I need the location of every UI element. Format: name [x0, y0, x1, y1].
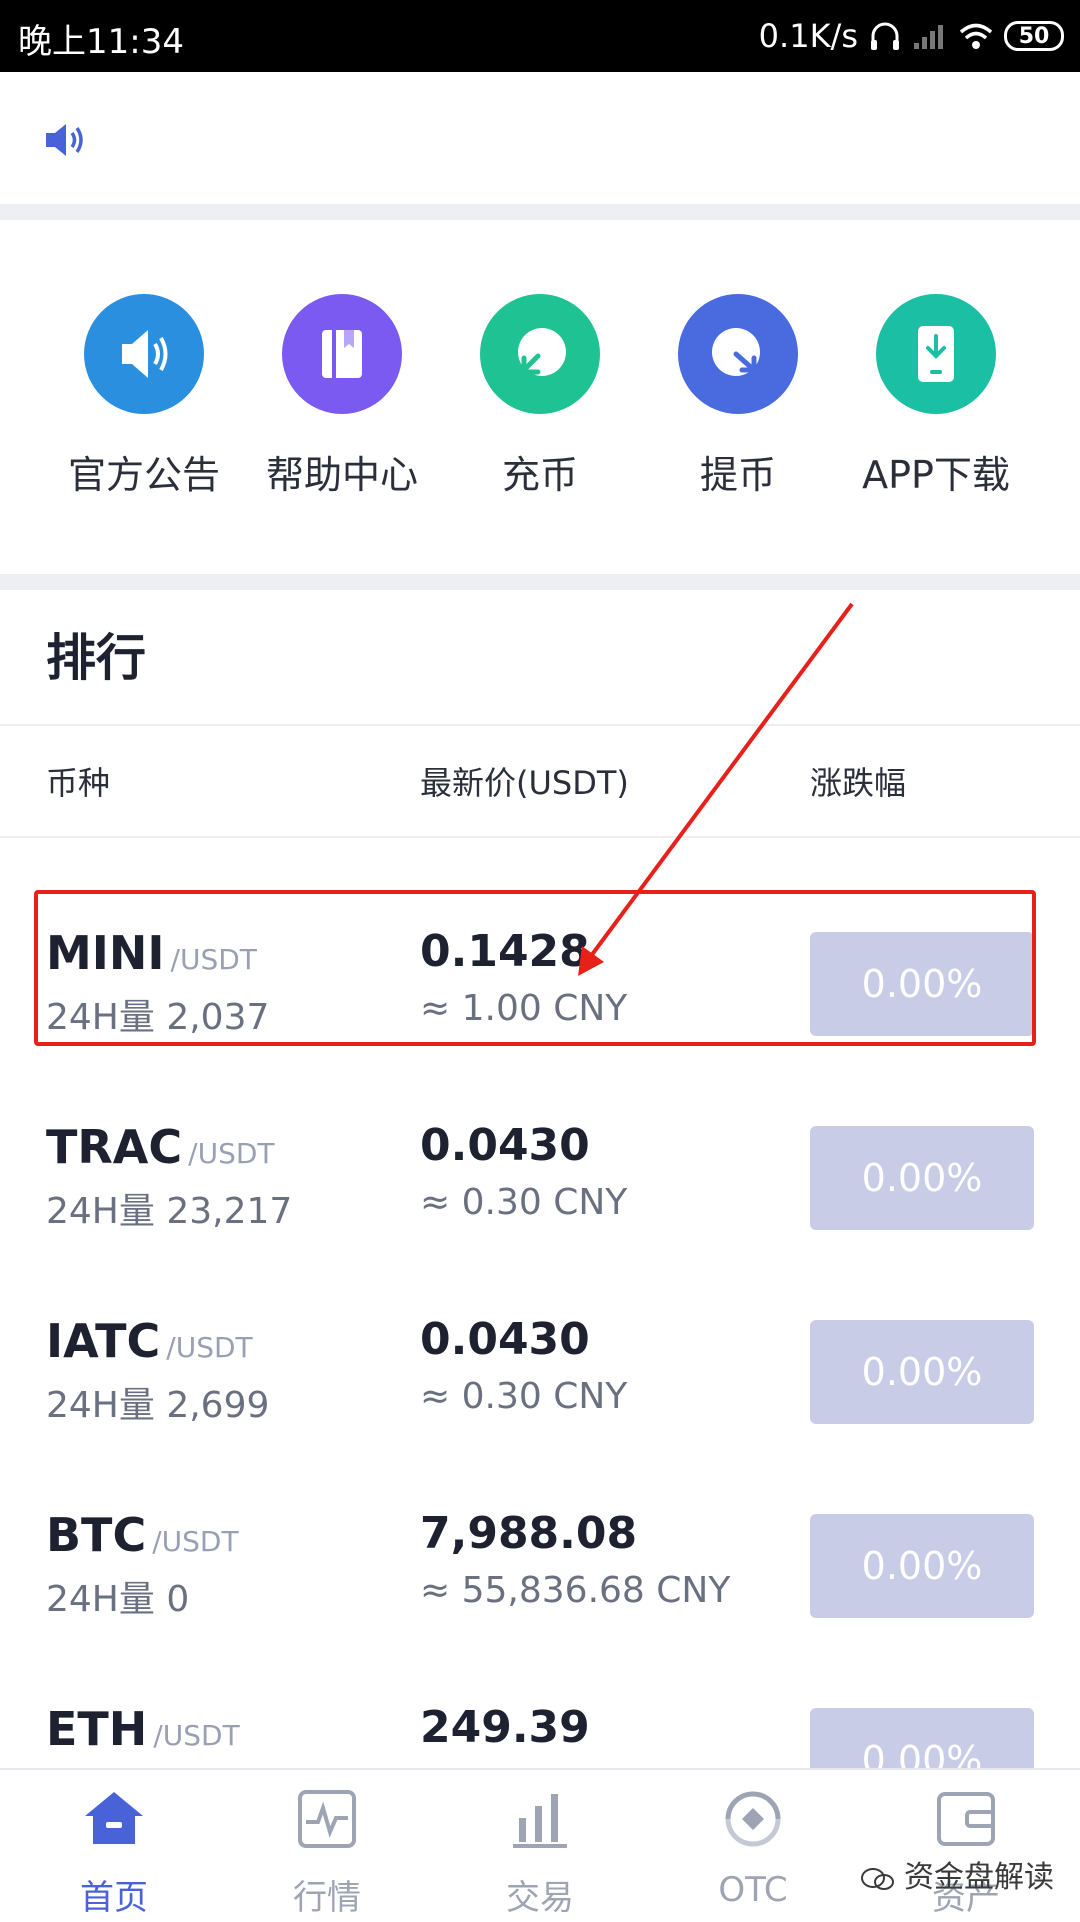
change-badge: 0.00%: [810, 1126, 1034, 1230]
status-time: 晚上11:34: [18, 22, 184, 62]
quick-label: 提币: [699, 453, 776, 497]
signal-icon: [914, 25, 943, 49]
quick-deposit[interactable]: 充币: [440, 294, 640, 534]
latest-price: 7,988.08: [420, 1508, 638, 1559]
symbol-text: TRAC: [46, 1120, 183, 1174]
change-badge: 0.00%: [810, 1320, 1034, 1424]
tab-label: OTC: [718, 1870, 788, 1910]
tab-market[interactable]: 行情: [247, 1784, 407, 1919]
announcement-bar[interactable]: [0, 72, 1080, 204]
battery-icon: 50: [1004, 21, 1064, 51]
pair-text: /USDT: [152, 1525, 239, 1558]
latest-price: 0.0430: [420, 1314, 590, 1365]
wechat-icon: [861, 1867, 894, 1890]
quick-label: 帮助中心: [265, 453, 418, 497]
coin-symbol: IATC/USDT: [46, 1314, 253, 1368]
pair-text: /USDT: [153, 1719, 240, 1752]
otc-icon: [725, 1791, 781, 1847]
ranking-row[interactable]: TRAC/USDT 24H量 23,217 0.0430 ≈ 0.30 CNY …: [0, 1120, 1080, 1314]
quick-help-center[interactable]: 帮助中心: [242, 294, 442, 534]
ranking-title: 排行: [46, 629, 146, 687]
home-icon: [85, 1792, 143, 1844]
speaker-icon: [46, 124, 83, 156]
bottom-tab-bar: 首页 行情 交易 OTC 资产: [0, 1768, 1080, 1922]
market-icon: [298, 1790, 356, 1848]
volume-24h: 24H量 0: [46, 1579, 190, 1620]
price-cny: ≈ 55,836.68 CNY: [420, 1570, 731, 1611]
symbol-text: ETH: [46, 1702, 148, 1756]
price-cny: ≈ 0.30 CNY: [420, 1182, 628, 1223]
trade-icon: [513, 1794, 567, 1848]
quick-actions: 官方公告 帮助中心 充币 提币 APP下载: [0, 220, 1080, 574]
symbol-text: IATC: [46, 1314, 161, 1368]
latest-price: 249.39: [420, 1702, 590, 1753]
status-bar: 晚上11:34 0.1K/s 50: [0, 0, 1080, 72]
divider: [0, 836, 1080, 838]
quick-official-announcement[interactable]: 官方公告: [44, 294, 244, 534]
volume-24h: 24H量 23,217: [46, 1191, 293, 1232]
change-badge: 0.00%: [810, 1514, 1034, 1618]
divider: [0, 724, 1080, 726]
coin-symbol: BTC/USDT: [46, 1508, 239, 1562]
tab-label: 首页: [80, 1878, 148, 1918]
tab-otc[interactable]: OTC: [673, 1784, 833, 1910]
wallet-icon: [937, 1792, 995, 1846]
announcement-icon: [84, 294, 204, 414]
price-cny: ≈ 0.30 CNY: [420, 1376, 628, 1417]
pair-text: /USDT: [188, 1137, 275, 1170]
tab-label: 行情: [293, 1878, 361, 1918]
withdraw-icon: [678, 294, 798, 414]
section-divider: [0, 204, 1080, 220]
symbol-text: BTC: [46, 1508, 147, 1562]
book-icon: [282, 294, 402, 414]
quick-withdraw[interactable]: 提币: [638, 294, 838, 534]
quick-label: APP下载: [862, 453, 1010, 497]
header-coin: 币种: [46, 764, 111, 802]
watermark: 资金盘解读: [860, 1852, 1054, 1896]
quick-label: 充币: [501, 453, 578, 497]
watermark-text: 资金盘解读: [904, 1860, 1054, 1895]
tab-label: 交易: [506, 1878, 574, 1918]
coin-symbol: ETH/USDT: [46, 1702, 240, 1756]
quick-label: 官方公告: [67, 453, 220, 497]
wifi-icon: [959, 23, 993, 49]
ranking-row[interactable]: BTC/USDT 24H量 0 7,988.08 ≈ 55,836.68 CNY…: [0, 1508, 1080, 1702]
header-price: 最新价(USDT): [420, 764, 629, 802]
tab-trade[interactable]: 交易: [460, 1784, 620, 1919]
section-divider: [0, 574, 1080, 590]
latest-price: 0.0430: [420, 1120, 590, 1171]
headphones-icon: [871, 22, 899, 50]
quick-app-download[interactable]: APP下载: [836, 294, 1036, 534]
coin-symbol: TRAC/USDT: [46, 1120, 275, 1174]
tab-home[interactable]: 首页: [34, 1784, 194, 1919]
pair-text: /USDT: [166, 1331, 253, 1364]
status-indicators: 0.1K/s 50: [759, 14, 1064, 58]
volume-24h: 24H量 2,699: [46, 1385, 270, 1426]
battery-level: 50: [1018, 23, 1050, 49]
ranking-row[interactable]: IATC/USDT 24H量 2,699 0.0430 ≈ 0.30 CNY 0…: [0, 1314, 1080, 1508]
header-change: 涨跌幅: [810, 764, 907, 802]
deposit-icon: [480, 294, 600, 414]
network-speed: 0.1K/s: [758, 17, 858, 55]
highlight-box: [34, 890, 1036, 1046]
download-icon: [876, 294, 996, 414]
